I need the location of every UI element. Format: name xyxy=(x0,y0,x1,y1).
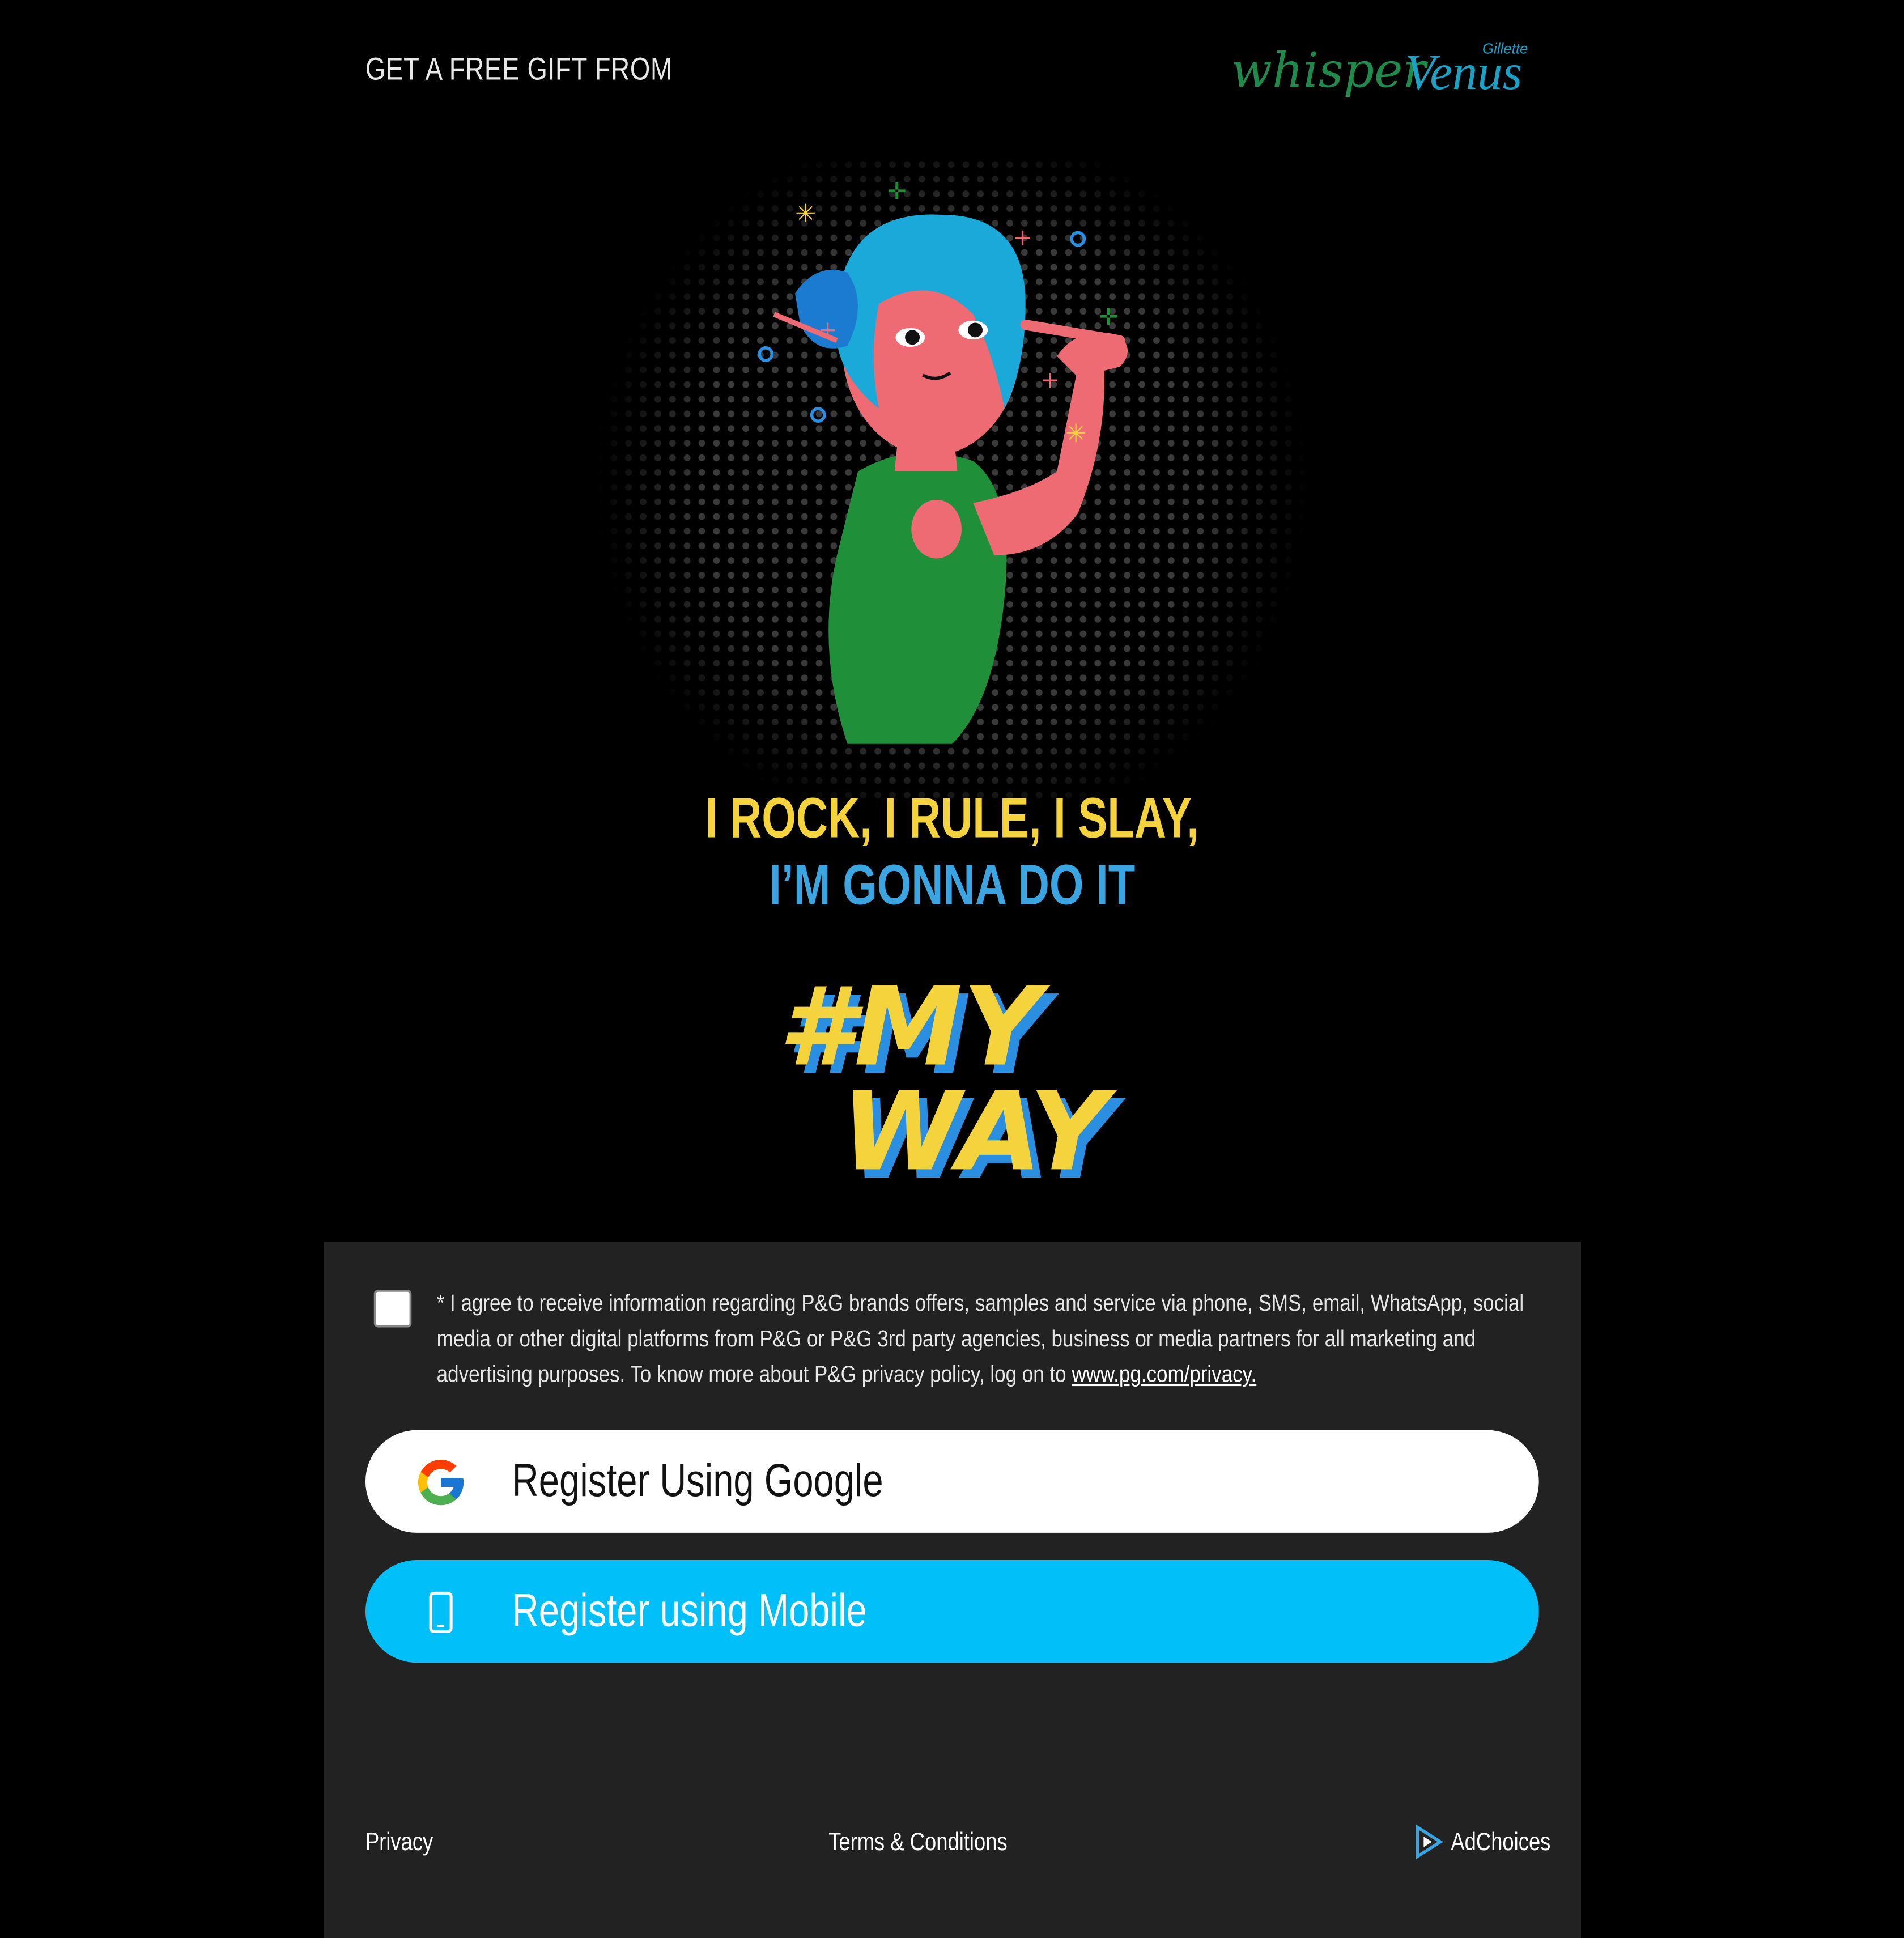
google-g-icon xyxy=(418,1460,464,1506)
svg-text:✛: ✛ xyxy=(1099,303,1118,330)
consent-checkbox[interactable] xyxy=(373,1289,411,1328)
terms-link[interactable]: Terms & Conditions xyxy=(828,1828,1007,1858)
hashtag-line-2: WAY xyxy=(841,1069,1117,1194)
adchoices-link[interactable]: AdChoices xyxy=(1451,1828,1550,1858)
svg-text:+: + xyxy=(1040,366,1059,393)
fist xyxy=(911,499,962,559)
header: GET A FREE GIFT FROM whisper Venus Gille… xyxy=(365,40,1539,105)
consent-body: * I agree to receive information regardi… xyxy=(436,1289,1524,1387)
register-google-button[interactable]: Register Using Google xyxy=(365,1430,1539,1533)
register-mobile-label: Register using Mobile xyxy=(512,1585,867,1637)
adchoices-icon[interactable] xyxy=(1413,1824,1444,1860)
svg-text:✳: ✳ xyxy=(795,199,816,228)
mobile-phone-icon xyxy=(429,1591,453,1634)
myway-hashtag-logo: #MY #MY WAY WAY xyxy=(778,964,1126,1194)
footer: Privacy Terms & Conditions AdChoices xyxy=(366,1824,1550,1866)
slogan-line-1: I ROCK, I RULE, I SLAY, xyxy=(705,787,1199,850)
gift-header-label: GET A FREE GIFT FROM xyxy=(365,52,673,87)
hero-illustration: ✳ ✛ + ✛ + + ✳ xyxy=(533,157,1371,807)
consent-text: * I agree to receive information regardi… xyxy=(436,1286,1536,1393)
privacy-policy-link[interactable]: www.pg.com/privacy. xyxy=(1072,1361,1256,1387)
svg-text:+: + xyxy=(1013,224,1032,251)
register-google-label: Register Using Google xyxy=(512,1455,883,1507)
register-mobile-button[interactable]: Register using Mobile xyxy=(365,1560,1539,1663)
registration-panel: * I agree to receive information regardi… xyxy=(323,1241,1581,1938)
svg-text:✳: ✳ xyxy=(1065,419,1086,448)
slogan-line-2: I’M GONNA DO IT xyxy=(768,853,1136,917)
privacy-link[interactable]: Privacy xyxy=(366,1828,433,1858)
gillette-logo: Gillette xyxy=(1482,40,1528,57)
woman-flexing-illustration: ✳ ✛ + ✛ + + ✳ xyxy=(596,157,1308,807)
svg-text:+: + xyxy=(818,316,837,343)
svg-text:✛: ✛ xyxy=(887,177,906,205)
green-top xyxy=(828,452,1007,744)
page: GET A FREE GIFT FROM whisper Venus Gille… xyxy=(323,0,1581,1938)
whisper-logo: whisper xyxy=(1230,41,1426,99)
